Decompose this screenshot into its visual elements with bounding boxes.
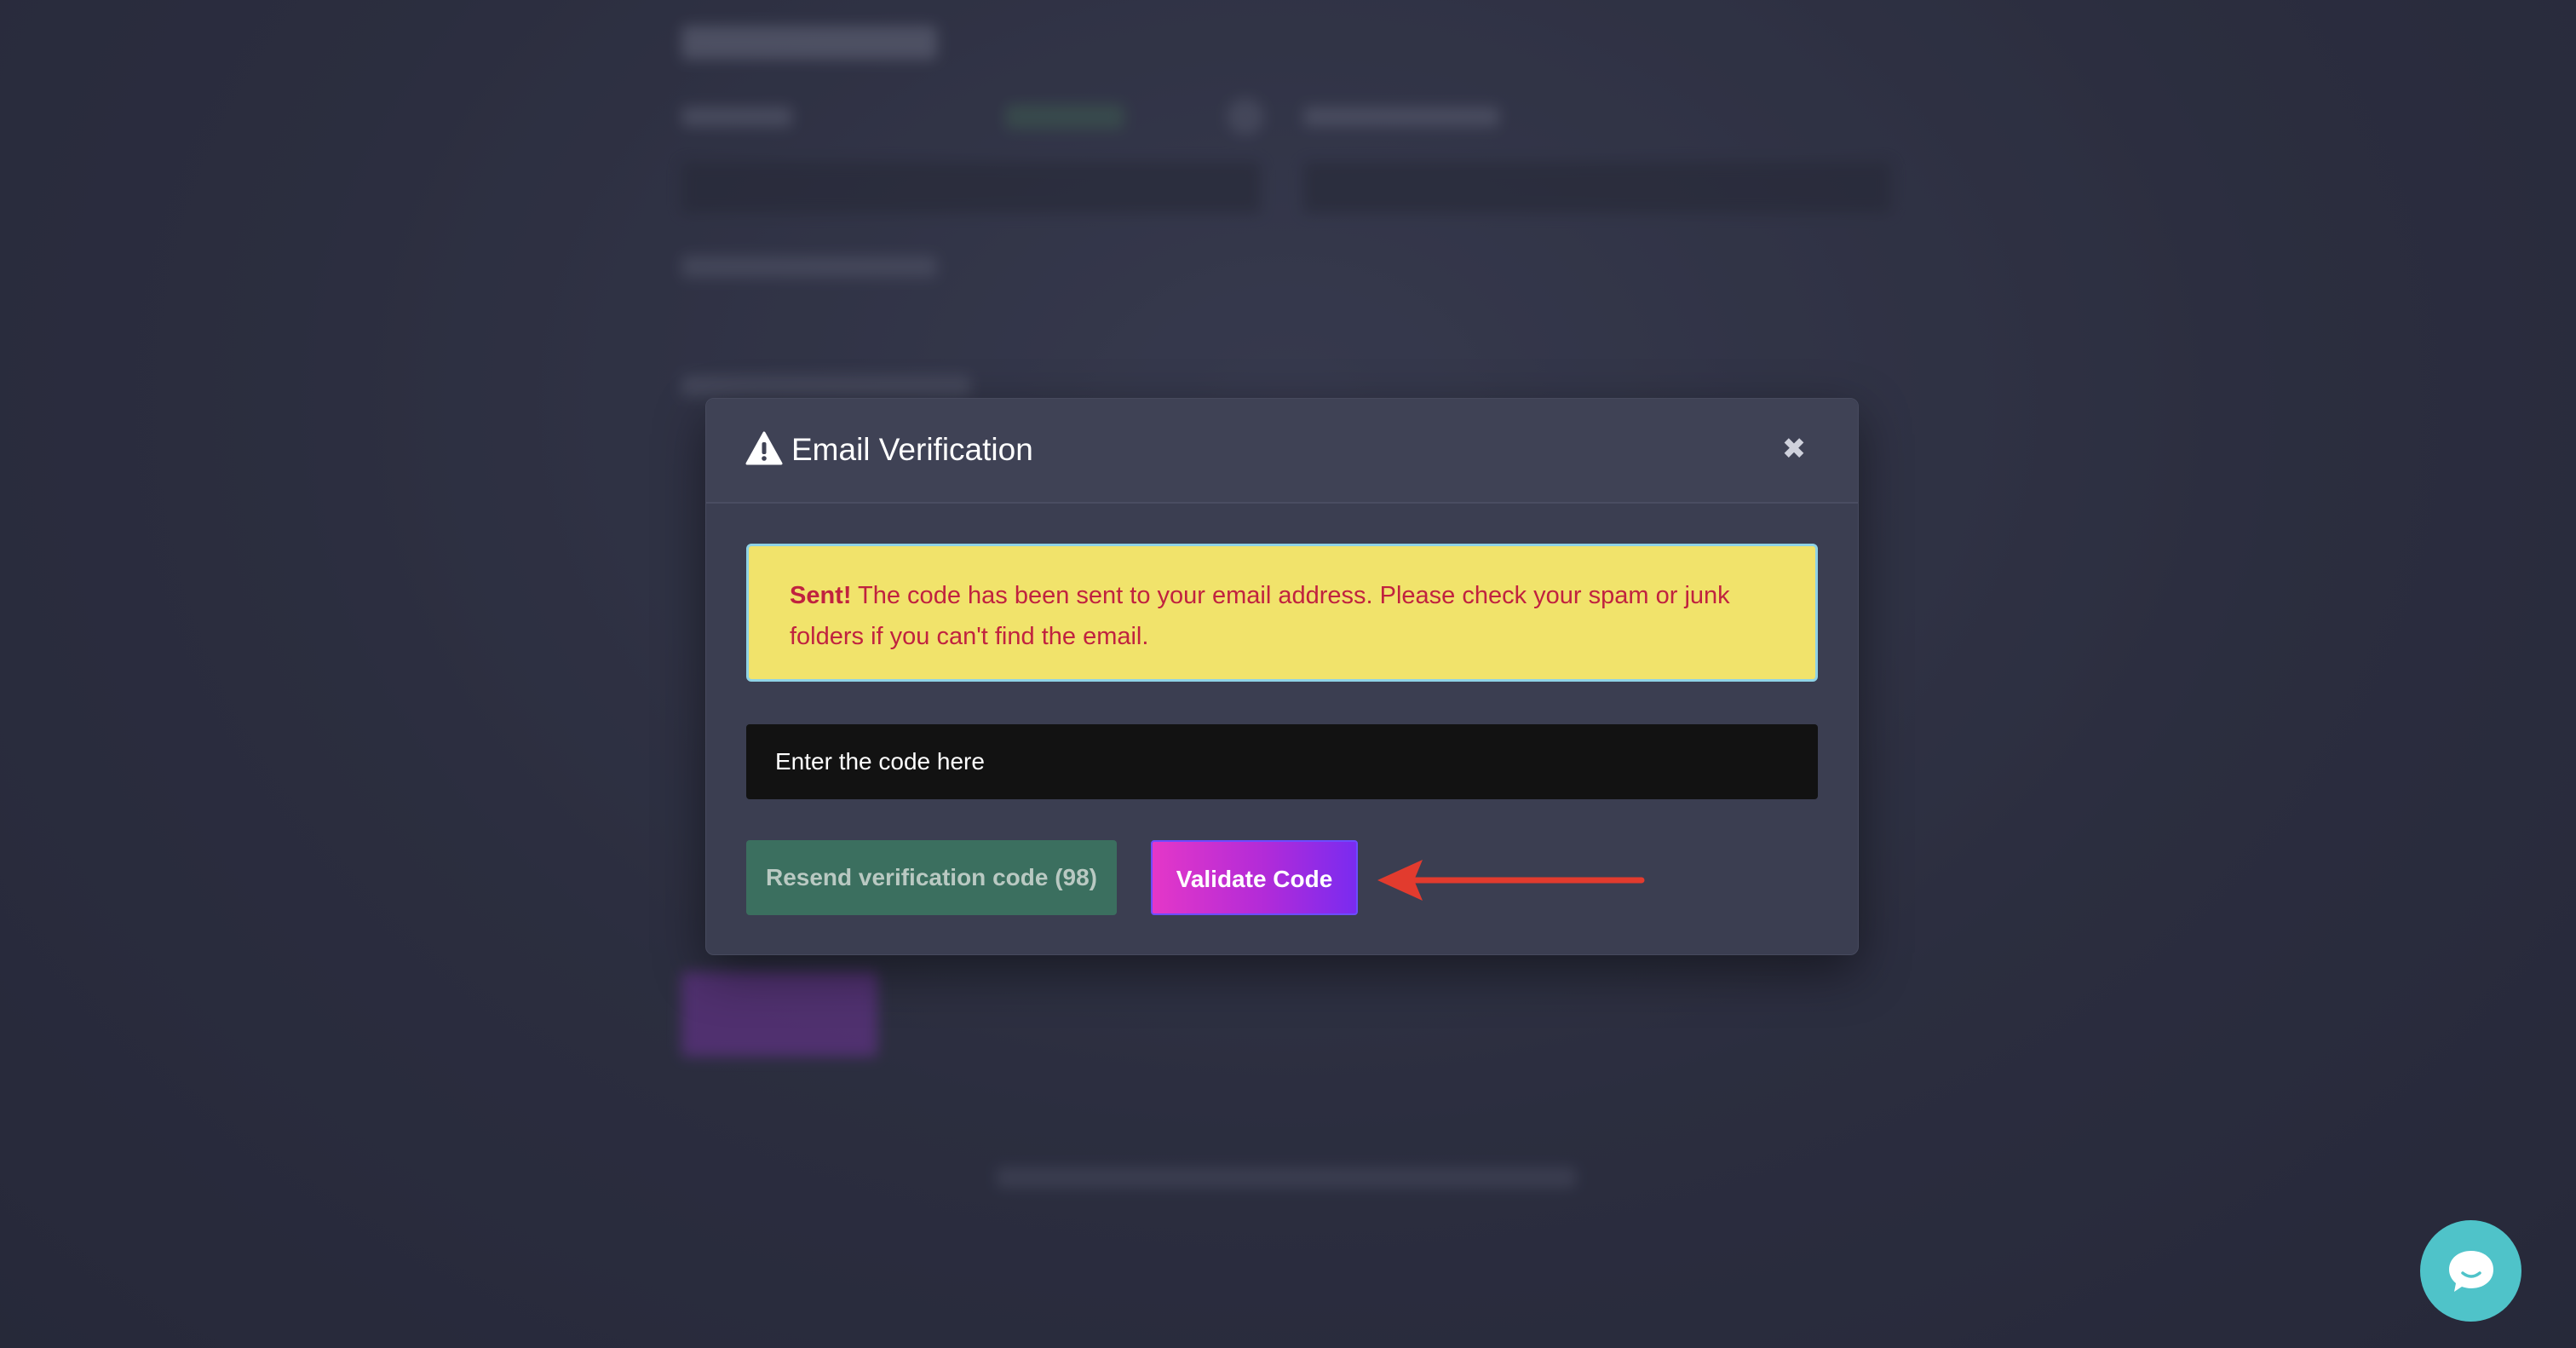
success-alert: Sent! The code has been sent to your ema… — [746, 544, 1818, 682]
modal-title: Email Verification — [791, 432, 1033, 467]
email-verification-modal: Email Verification ✖ Sent! The code has … — [705, 398, 1859, 955]
chat-widget-button[interactable] — [2420, 1220, 2521, 1322]
red-arrow-icon — [1373, 855, 1646, 906]
chat-bubble-icon — [2449, 1251, 2493, 1292]
verification-code-input[interactable] — [746, 724, 1818, 799]
warning-icon — [745, 431, 783, 465]
validate-code-button[interactable]: Validate Code — [1151, 840, 1358, 915]
modal-header: Email Verification ✖ — [706, 399, 1858, 504]
alert-message: The code has been sent to your email add… — [790, 582, 1730, 650]
alert-strong: Sent! — [790, 582, 852, 609]
close-icon[interactable]: ✖ — [1781, 435, 1807, 464]
resend-code-button[interactable]: Resend verification code (98) — [746, 840, 1117, 915]
